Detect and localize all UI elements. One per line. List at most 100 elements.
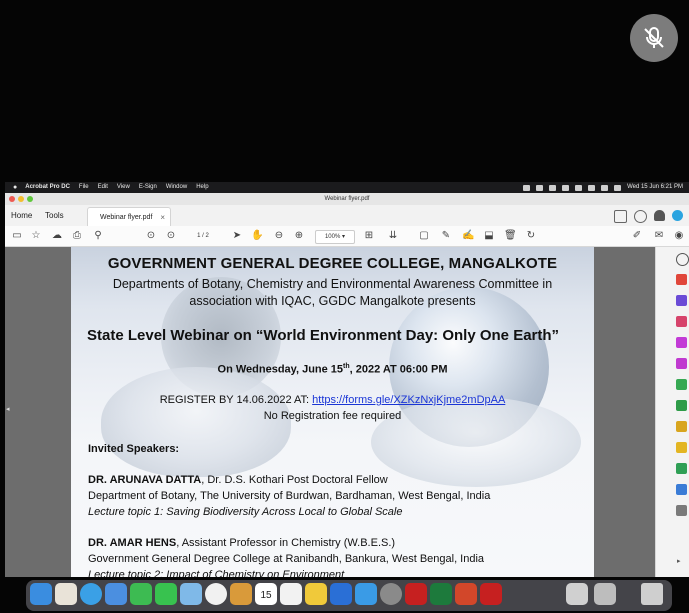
control-center-icon[interactable] — [614, 184, 622, 191]
powerpoint-icon[interactable] — [455, 583, 477, 605]
status-icon[interactable] — [549, 184, 557, 191]
edit-pdf-icon[interactable] — [676, 316, 687, 327]
bell-icon[interactable] — [654, 210, 665, 221]
menu-window[interactable]: Window — [166, 182, 187, 193]
downloads-folder-icon[interactable] — [566, 583, 588, 605]
hands-image — [101, 367, 291, 477]
finder-icon[interactable] — [30, 583, 52, 605]
zoom-select[interactable]: 100% ▾ — [315, 230, 355, 244]
zoom-out-icon[interactable]: ⊖ — [273, 230, 285, 242]
keynote-icon[interactable] — [330, 583, 352, 605]
tab-home[interactable]: Home — [11, 205, 32, 226]
maps-icon[interactable] — [180, 583, 202, 605]
microphone-muted-icon[interactable] — [630, 14, 678, 62]
close-icon[interactable]: × — [160, 208, 165, 227]
share-icon[interactable] — [614, 210, 627, 223]
registration-text: REGISTER BY 14.06.2022 AT: — [159, 394, 313, 406]
trash-icon[interactable] — [641, 583, 663, 605]
prepare-form-icon[interactable] — [676, 463, 687, 474]
more-tools-icon[interactable] — [676, 505, 687, 516]
organize-pages-icon[interactable] — [676, 337, 687, 348]
export-icon[interactable] — [676, 379, 687, 390]
system-preferences-icon[interactable] — [380, 583, 402, 605]
contacts-icon[interactable] — [230, 583, 252, 605]
menu-esign[interactable]: E-Sign — [139, 182, 157, 193]
invited-speakers-heading: Invited Speakers: — [88, 443, 180, 455]
avatar[interactable] — [672, 210, 683, 221]
sign-icon[interactable]: ✍ — [462, 230, 474, 242]
comment-icon[interactable]: ▢ — [418, 230, 430, 242]
scan-ocr-icon[interactable] — [676, 400, 687, 411]
page-indicator[interactable]: 1 / 2 — [186, 230, 220, 242]
fill-sign-icon[interactable] — [676, 442, 687, 453]
save-icon[interactable]: ▭ — [11, 230, 23, 242]
preview-window-icon[interactable] — [594, 583, 616, 605]
fit-page-icon[interactable]: ⊞ — [363, 230, 375, 242]
speaker-2-line: DR. AMAR HENS, Assistant Professor in Ch… — [88, 537, 395, 549]
mac-dock: 15 — [26, 580, 672, 611]
mail-icon[interactable]: ✉ — [653, 230, 665, 242]
rotate-icon[interactable]: ↻ — [525, 230, 537, 242]
hand-tool-icon[interactable]: ✋ — [251, 230, 263, 242]
calendar-icon[interactable]: 15 — [255, 583, 277, 605]
excel-icon[interactable] — [430, 583, 452, 605]
page-down-icon[interactable]: ⊙ — [165, 230, 177, 242]
reminders-icon[interactable] — [280, 583, 302, 605]
search-icon[interactable] — [601, 184, 609, 191]
photos-icon[interactable] — [205, 583, 227, 605]
acrobat-icon[interactable] — [405, 583, 427, 605]
search-icon[interactable] — [676, 253, 689, 266]
collapse-left-icon[interactable]: ◂ — [6, 405, 10, 413]
status-icon[interactable] — [536, 184, 544, 191]
comment-tool-icon[interactable] — [676, 358, 687, 369]
select-cursor-icon[interactable]: ➤ — [231, 230, 243, 242]
stamp-icon[interactable]: ⬓ — [483, 230, 495, 242]
messages-icon[interactable] — [155, 583, 177, 605]
request-signature-icon[interactable] — [676, 484, 687, 495]
page-current[interactable]: 1 — [197, 233, 200, 239]
window-title: Webinar flyer.pdf — [324, 196, 370, 202]
create-pdf-icon[interactable] — [676, 295, 687, 306]
tab-tools[interactable]: Tools — [45, 205, 64, 226]
mail-app-icon[interactable] — [105, 583, 127, 605]
facetime-icon[interactable] — [130, 583, 152, 605]
zoom-search-icon[interactable]: ⚲ — [92, 230, 104, 242]
print-icon[interactable]: ⎙ — [71, 230, 83, 242]
tab-document[interactable]: Webinar flyer.pdf × — [87, 207, 171, 227]
menubar-clock[interactable]: Wed 15 Jun 6:21 PM — [627, 182, 683, 193]
wifi-icon[interactable] — [588, 184, 596, 191]
document-viewer[interactable]: GOVERNMENT GENERAL DEGREE COLLEGE, MANGA… — [5, 247, 655, 577]
export-pdf-icon[interactable] — [676, 274, 687, 285]
bookmark-star-icon[interactable]: ☆ — [30, 230, 42, 242]
menubar-app-name[interactable]: Acrobat Pro DC — [25, 182, 70, 193]
menu-file[interactable]: File — [79, 182, 89, 193]
event-date: On Wednesday, June 15th, 2022 AT 06:00 P… — [71, 363, 594, 376]
edit-sign-icon[interactable]: ✐ — [631, 230, 643, 242]
pdf-page[interactable]: GOVERNMENT GENERAL DEGREE COLLEGE, MANGA… — [71, 247, 594, 577]
zoom-in-icon[interactable]: ⊕ — [293, 230, 305, 242]
acrobat-reader-icon[interactable] — [480, 583, 502, 605]
speaker-2-affiliation: Government General Degree College at Ran… — [88, 553, 485, 565]
upload-cloud-icon[interactable]: ☁ — [51, 230, 63, 242]
help-icon[interactable] — [634, 210, 647, 223]
launchpad-icon[interactable] — [55, 583, 77, 605]
bluetooth-icon[interactable] — [562, 184, 570, 191]
protect-icon[interactable] — [676, 421, 687, 432]
delete-icon[interactable]: 🗑 — [504, 230, 517, 242]
collapse-right-icon[interactable]: ▸ — [677, 557, 681, 565]
scroll-mode-icon[interactable]: ⇊ — [387, 230, 399, 242]
safari-icon[interactable] — [80, 583, 102, 605]
page-up-icon[interactable]: ⊙ — [145, 230, 157, 242]
account-icon[interactable]: ◉ — [673, 230, 685, 242]
page-total: / 2 — [202, 233, 209, 239]
menu-view[interactable]: View — [117, 182, 130, 193]
notes-icon[interactable] — [305, 583, 327, 605]
app-store-icon[interactable] — [355, 583, 377, 605]
registration-link[interactable]: https://forms.gle/XZKzNxjKjme2mDpAA — [312, 394, 505, 406]
apple-icon[interactable]: ● — [13, 182, 17, 193]
battery-icon[interactable] — [575, 184, 583, 191]
menu-edit[interactable]: Edit — [98, 182, 108, 193]
status-icon[interactable] — [523, 184, 531, 191]
highlight-pen-icon[interactable]: ✎ — [440, 230, 452, 242]
menu-help[interactable]: Help — [196, 182, 208, 193]
